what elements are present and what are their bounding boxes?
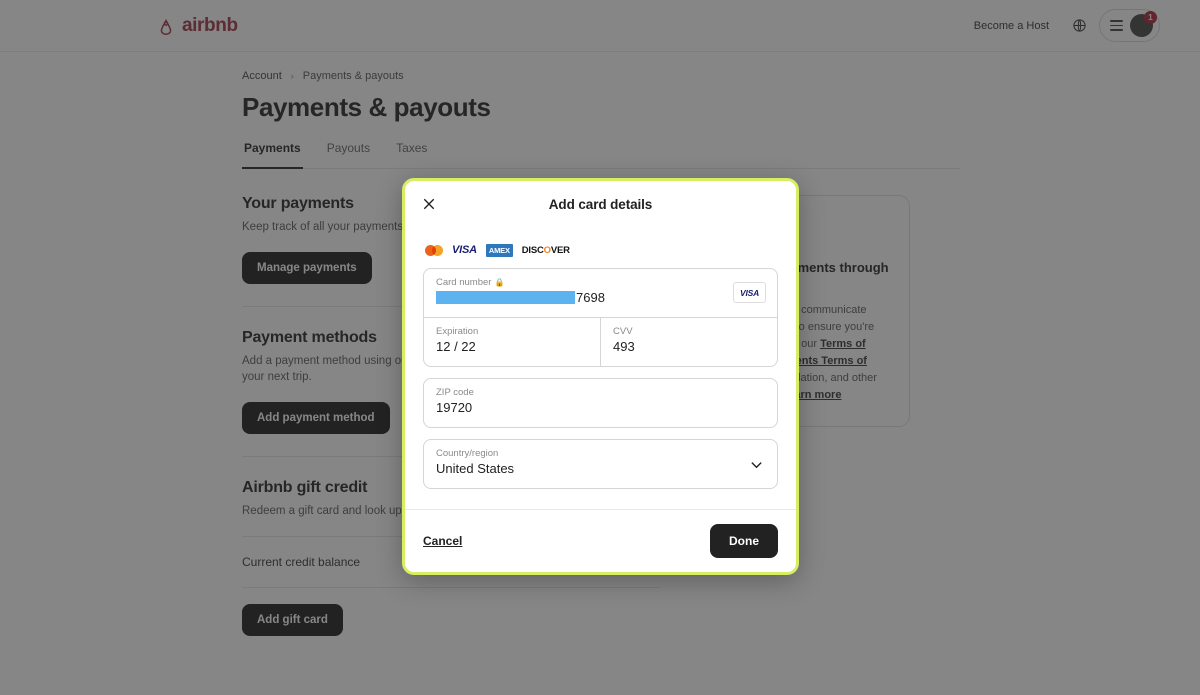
discover-text-post: VER (550, 244, 570, 256)
card-number-group: Card number 🔒 7698 VISA Expiration 12 / … (423, 268, 778, 367)
discover-text-pre: DISC (521, 244, 544, 256)
amex-icon: AMEX (485, 243, 513, 257)
card-number-redaction (436, 291, 575, 304)
chevron-down-icon (750, 458, 763, 476)
cancel-button[interactable]: Cancel (423, 534, 462, 548)
card-number-visible-digits: 7698 (576, 290, 605, 305)
card-number-label-text: Card number (436, 277, 492, 288)
card-number-value: 7698 (436, 290, 765, 305)
discover-icon: DISCOVER (522, 245, 570, 256)
zip-code-group: ZIP code 19720 (423, 378, 778, 428)
accepted-card-brands: VISA AMEX DISCOVER (425, 243, 778, 257)
mastercard-icon (425, 244, 443, 256)
zip-code-field[interactable]: ZIP code 19720 (424, 379, 777, 427)
modal-body: VISA AMEX DISCOVER Card number 🔒 7698 VI… (405, 227, 796, 509)
expiration-label: Expiration (436, 326, 479, 337)
country-label: Country/region (436, 448, 499, 459)
cvv-label: CVV (613, 326, 633, 337)
add-card-details-modal: Add card details VISA AMEX DISCOVER Card… (402, 178, 799, 575)
expiration-value: 12 / 22 (436, 339, 476, 354)
country-group: Country/region United States (423, 439, 778, 489)
card-number-field[interactable]: Card number 🔒 7698 VISA (424, 269, 777, 317)
modal-header: Add card details (405, 181, 796, 227)
modal-footer: Cancel Done (405, 509, 796, 572)
modal-panel: Add card details VISA AMEX DISCOVER Card… (402, 178, 799, 575)
country-value: United States (436, 461, 515, 476)
zip-code-value: 19720 (436, 400, 473, 415)
detected-card-brand-visa-icon: VISA (733, 282, 766, 303)
expiration-field[interactable]: Expiration 12 / 22 (424, 318, 600, 366)
discover-text-o: O (543, 244, 551, 256)
lock-icon: 🔒 (494, 278, 505, 287)
zip-code-label: ZIP code (436, 387, 474, 398)
visa-icon: VISA (452, 244, 477, 256)
country-select[interactable]: Country/region United States (424, 440, 777, 488)
card-number-label: Card number 🔒 (436, 277, 765, 288)
expiration-cvv-row: Expiration 12 / 22 CVV 493 (424, 318, 777, 366)
close-icon[interactable] (419, 194, 438, 213)
cvv-value: 493 (613, 339, 635, 354)
cvv-field[interactable]: CVV 493 (600, 318, 777, 366)
done-button[interactable]: Done (710, 524, 778, 558)
modal-title: Add card details (548, 196, 653, 212)
